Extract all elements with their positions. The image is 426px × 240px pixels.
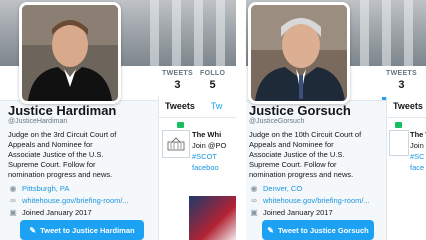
tweet-hashtag[interactable]: #SCOT <box>192 152 217 161</box>
tweet-author[interactable]: The Whi <box>192 130 221 139</box>
watermark-logo: NT <box>392 214 418 230</box>
panel-divider <box>236 0 246 240</box>
profile-website[interactable]: ∞ whitehouse.gov/briefing-room/... <box>249 196 370 205</box>
calendar-icon: ▣ <box>250 208 258 217</box>
profile-location: ◉ Denver, CO <box>250 184 303 193</box>
tweet-text-line: Join @PO <box>192 141 227 150</box>
tweet-link[interactable]: faceboo <box>192 163 219 172</box>
profile-bio: Judge on the 3rd Circuit Court of Appeal… <box>8 130 117 179</box>
tweet-author[interactable]: The W <box>410 130 426 139</box>
profile-card-hardiman: TWEETS 3 FOLLO 5 Justice Hardiman @Justi… <box>0 0 237 240</box>
tweet-to-button[interactable]: ✎ Tweet to Justice Gorsuch <box>262 220 374 240</box>
pen-icon: ✎ <box>267 225 274 235</box>
stat-tweets[interactable]: TWEETS 3 <box>158 70 197 100</box>
verified-badge-icon <box>177 122 184 128</box>
tweet-text-line: Join <box>410 141 424 150</box>
profile-name: Justice Hardiman <box>8 103 117 118</box>
verified-badge-icon <box>395 122 402 128</box>
avatar[interactable] <box>248 2 350 104</box>
profile-website[interactable]: ∞ whitehouse.gov/briefing-room/... <box>8 196 129 205</box>
avatar[interactable] <box>19 2 121 104</box>
tweet-hashtag[interactable]: #SC <box>410 152 425 161</box>
link-icon: ∞ <box>251 196 257 205</box>
profile-bio: Judge on the 10th Circuit Court of Appea… <box>249 130 362 179</box>
tweet-link[interactable]: face <box>410 163 424 172</box>
pen-icon: ✎ <box>29 225 37 235</box>
profile-handle: @JusticeGorsuch <box>249 118 305 125</box>
profile-joined: ▣ Joined January 2017 <box>9 208 92 217</box>
tab-tweets[interactable]: Tweets <box>393 101 423 111</box>
timeline: Tweets Tw The Whi Join @PO #SCOT faceboo <box>158 96 237 240</box>
link-icon: ∞ <box>10 196 16 205</box>
profile-name: Justice Gorsuch <box>249 103 351 118</box>
map-pin-icon: ◉ <box>250 184 258 193</box>
tweet-to-button[interactable]: ✎ Tweet to Justice Hardiman <box>20 220 144 240</box>
stat-followers[interactable]: FOLLO 5 <box>200 70 225 91</box>
tweet-image[interactable] <box>189 196 237 240</box>
profile-joined: ▣ Joined January 2017 <box>250 208 333 217</box>
tab-tweets[interactable]: Tweets Tw <box>165 101 222 111</box>
calendar-icon: ▣ <box>9 208 17 217</box>
map-pin-icon: ◉ <box>9 184 17 193</box>
whitehouse-avatar[interactable] <box>389 130 409 156</box>
stat-tweets[interactable]: TWEETS 3 <box>382 70 421 100</box>
profile-card-gorsuch: TWEETS 3 Justice Gorsuch @JusticeGorsuch… <box>246 0 426 240</box>
profile-location: ◉ Pittsburgh, PA <box>9 184 70 193</box>
profile-handle: @JusticeHardiman <box>8 118 68 125</box>
whitehouse-avatar[interactable] <box>162 130 190 158</box>
